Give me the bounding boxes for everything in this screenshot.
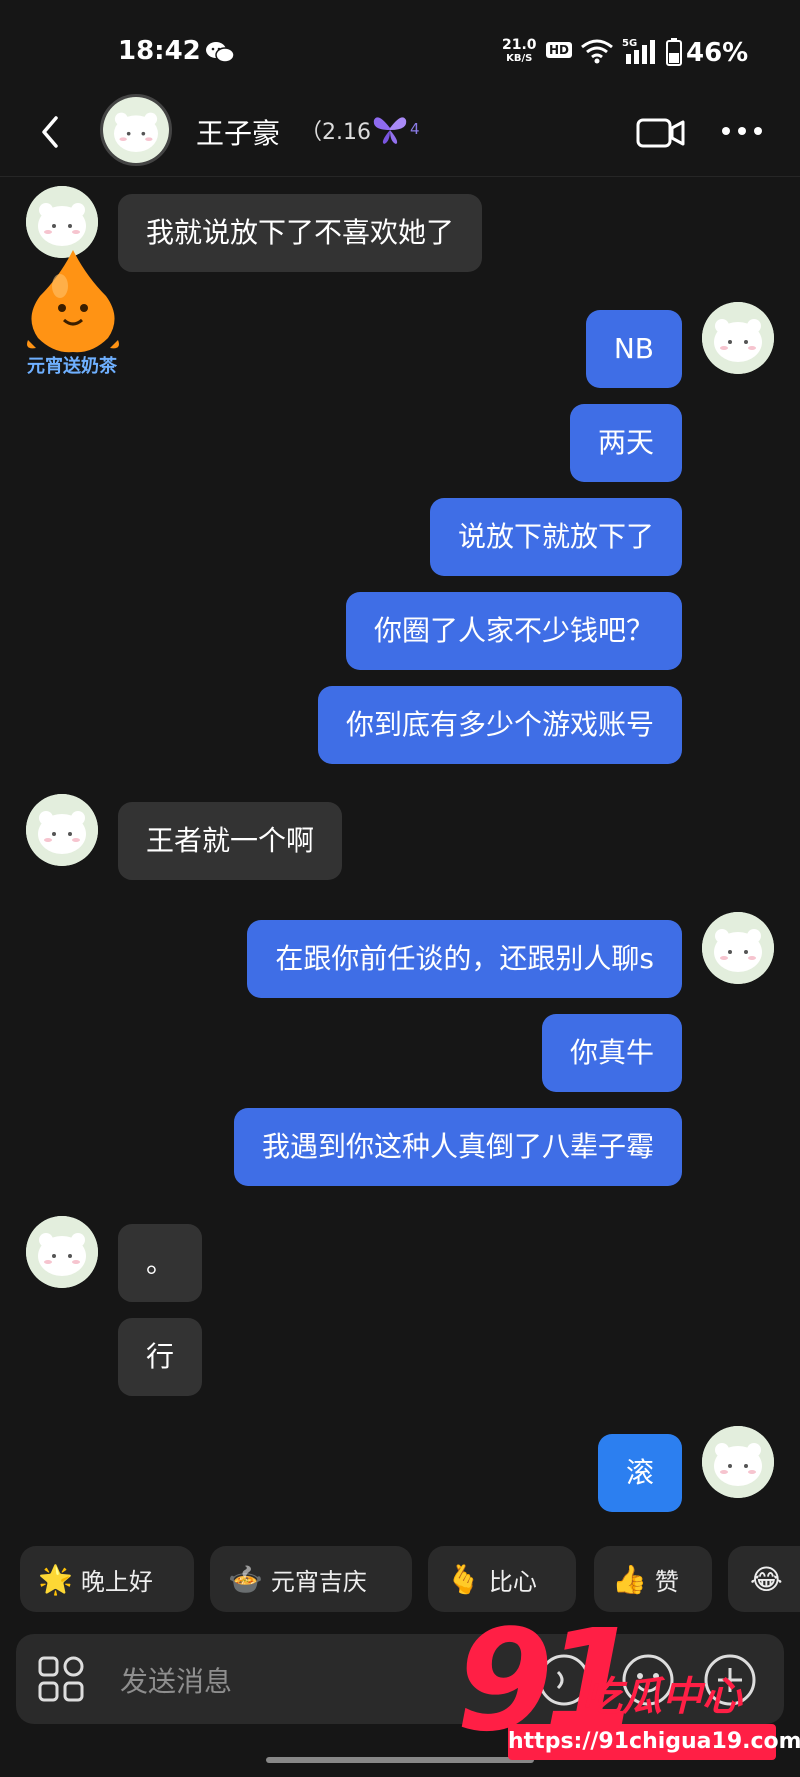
status-time: 18:42	[118, 36, 201, 66]
message-bubble-received[interactable]: 。	[118, 1224, 203, 1302]
back-arrow-icon[interactable]	[32, 112, 72, 152]
bear-avatar-icon	[26, 1216, 98, 1288]
message-bubble-sent[interactable]: NB	[585, 310, 682, 388]
orange-mascot-icon	[27, 250, 119, 353]
watermark-text: 吃瓜中心	[582, 1674, 742, 1720]
bear-avatar-icon	[702, 912, 774, 984]
watermark-url: https://91chigua19.com	[508, 1724, 800, 1760]
wifi-icon	[581, 39, 613, 64]
battery-icon	[666, 38, 682, 66]
contact-note: （2.16	[300, 120, 371, 145]
quick-reply-chip[interactable]: 🍲 元宵吉庆	[210, 1546, 412, 1612]
bear-avatar-icon	[702, 302, 774, 374]
wechat-icon	[206, 42, 235, 63]
laughing-face-icon: 😂	[750, 1562, 783, 1596]
quick-reply-label: 元宵吉庆	[270, 1567, 367, 1596]
heart-hands-icon: 🫰	[446, 1562, 481, 1596]
chat-header: 王子豪 （2.16 4	[0, 90, 800, 177]
bear-avatar-icon	[702, 1426, 774, 1498]
bear-avatar-icon	[26, 794, 98, 866]
quick-reply-chip[interactable]: 🌟 晚上好	[20, 1546, 194, 1612]
message-input[interactable]: 发送消息	[120, 1660, 232, 1700]
battery-percent: 46%	[686, 38, 749, 68]
message-bubble-sent[interactable]: 我遇到你这种人真倒了八辈子霉	[233, 1108, 682, 1186]
my-avatar[interactable]	[702, 912, 774, 984]
sender-avatar[interactable]	[26, 794, 98, 866]
message-bubble-sent[interactable]: 说放下就放下了	[429, 498, 682, 576]
level-badge: 4	[410, 120, 420, 138]
contact-name[interactable]: 王子豪	[196, 112, 280, 152]
my-avatar[interactable]	[702, 302, 774, 374]
message-bubble-sent[interactable]: 在跟你前任谈的，还跟别人聊s	[247, 920, 682, 998]
message-bubble-sent[interactable]: 两天	[569, 404, 682, 482]
quick-reply-chip[interactable]: 😂	[728, 1546, 800, 1612]
message-bubble-received[interactable]: 行	[118, 1318, 203, 1396]
message-bubble-sent[interactable]: 你真牛	[541, 1014, 682, 1092]
my-avatar[interactable]	[702, 1426, 774, 1498]
gift-sticker[interactable]: 元宵送奶茶	[14, 246, 130, 378]
message-bubble-sent[interactable]: 滚	[597, 1434, 682, 1512]
thumbs-up-icon: 👍	[612, 1562, 647, 1596]
network-speed: 21.0 KB/S	[502, 37, 537, 64]
message-bubble-sent[interactable]: 你到底有多少个游戏账号	[317, 686, 682, 764]
message-bubble-received[interactable]: 王者就一个啊	[118, 802, 343, 880]
message-bubble-sent[interactable]: 你圈了人家不少钱吧？	[345, 592, 682, 670]
message-bubble-received[interactable]: 我就说放下了不喜欢她了	[118, 194, 483, 272]
rice-bowl-icon: 🍲	[228, 1562, 263, 1596]
hd-badge: HD	[546, 42, 573, 58]
signal-icon: 5G	[622, 38, 655, 64]
butterfly-icon	[373, 117, 407, 144]
quick-reply-label: 比心	[488, 1567, 537, 1596]
gift-label: 元宵送奶茶	[27, 356, 117, 377]
quick-reply-label: 赞	[654, 1567, 679, 1596]
status-bar: 18:42 21.0 KB/S HD 5G 46%	[0, 0, 800, 100]
bear-avatar-icon	[103, 97, 169, 163]
video-call-icon[interactable]	[636, 112, 686, 152]
sender-avatar[interactable]	[26, 1216, 98, 1288]
contact-avatar[interactable]	[100, 94, 172, 166]
quick-reply-label: 晚上好	[80, 1567, 153, 1596]
apps-grid-icon[interactable]	[36, 1654, 86, 1704]
svg-text:5G: 5G	[622, 38, 637, 49]
more-options-icon[interactable]	[720, 116, 764, 146]
star-face-icon: 🌟	[38, 1562, 73, 1596]
